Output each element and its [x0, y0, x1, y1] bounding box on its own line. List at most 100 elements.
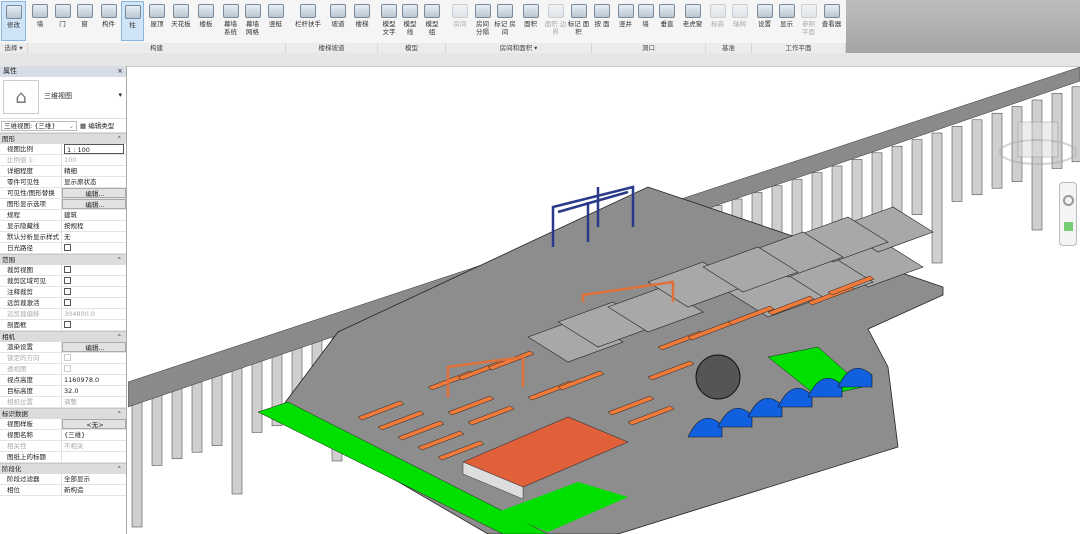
property-checkbox[interactable] [64, 277, 71, 284]
ribbon-button-wall[interactable]: 墙 [29, 1, 51, 41]
property-edit-button[interactable]: 编辑... [62, 342, 126, 352]
ribbon-button-grid[interactable]: 轴网 [729, 1, 750, 41]
ribbon-button-column[interactable]: 柱 [121, 1, 144, 41]
property-value [62, 276, 126, 286]
ribbon-button-model-line[interactable]: 模型 线 [400, 1, 420, 41]
property-value[interactable]: 显示原状态 [62, 177, 126, 187]
ribbon-panel-label[interactable]: 房间和面积 ▾ [446, 43, 592, 53]
property-label: 显示隐藏线 [0, 221, 62, 231]
property-value[interactable]: 新构造 [62, 485, 126, 495]
navigation-bar[interactable] [1059, 182, 1077, 246]
property-label: 相机位置 [0, 397, 62, 407]
ribbon-button-cursor[interactable]: 修改 [1, 1, 26, 41]
viewer-icon [823, 4, 840, 18]
close-icon[interactable]: × [117, 66, 123, 77]
ribbon-button-shaft[interactable]: 竖井 [616, 1, 635, 41]
property-section-header[interactable]: 标识数据 ⌃ [0, 408, 126, 419]
property-checkbox[interactable] [64, 244, 71, 251]
zoom-icon[interactable] [1063, 222, 1073, 231]
property-row: 默认分析显示样式无 [0, 232, 126, 243]
ribbon-button-ramp[interactable]: 坡道 [327, 1, 349, 41]
property-row: 裁剪视图 [0, 265, 126, 276]
ribbon-button-window[interactable]: 窗 [74, 1, 95, 41]
property-section-header[interactable]: 范围 ⌃ [0, 254, 126, 265]
ribbon-button-tag-room[interactable]: 标记 房间 [494, 1, 516, 41]
property-value[interactable] [62, 452, 126, 462]
property-value[interactable]: 按规程 [62, 221, 126, 231]
property-value[interactable]: 建筑 [62, 210, 126, 220]
instance-selector[interactable]: 三维视图: {三维} ⌄ [1, 121, 77, 131]
property-edit-button[interactable]: <无> [62, 419, 126, 429]
property-grid: 图形 ⌃ 视图比例 1 : 100 比例值 1: 100 详细程度 精细 零件可见性 显示原状态可… [0, 133, 126, 496]
ribbon-button-viewer[interactable]: 查看器 [819, 1, 844, 41]
collapse-icon[interactable]: ⌃ [117, 255, 122, 266]
property-label: 零件可见性 [0, 177, 62, 187]
ribbon-button-mullion[interactable]: 竖梃 [265, 1, 286, 41]
ribbon-button-ref-plane[interactable]: 参照 平面 [798, 1, 819, 41]
property-checkbox[interactable] [64, 266, 71, 273]
property-label: 图纸上的标题 [0, 452, 62, 462]
instance-row: 三维视图: {三维} ⌄ ▦ 编辑类型 [0, 119, 126, 133]
ribbon-button-label: 修改 [7, 21, 20, 29]
property-value[interactable]: 全部显示 [62, 474, 126, 484]
property-value[interactable]: 32.0 [62, 386, 126, 396]
property-section-header[interactable]: 阶段化 ⌃ [0, 463, 126, 474]
collapse-icon[interactable]: ⌃ [117, 134, 122, 145]
ribbon-button-workplane-set[interactable]: 设置 [754, 1, 775, 41]
ribbon-button-ceiling[interactable]: 天花板 [169, 1, 193, 41]
collapse-icon[interactable]: ⌃ [117, 464, 122, 475]
workplane-set-icon [756, 4, 773, 18]
instance-selector-label: 三维视图: {三维} [4, 122, 56, 130]
property-value [62, 364, 126, 374]
ribbon-button-workplane-show[interactable]: 显示 [776, 1, 797, 41]
property-section-header[interactable]: 相机 ⌃ [0, 331, 126, 342]
ribbon-button-stair[interactable]: 楼梯 [351, 1, 373, 41]
ribbon-button-level[interactable]: 标高 [707, 1, 728, 41]
property-checkbox[interactable] [64, 288, 71, 295]
ribbon-button-curtain-system[interactable]: 幕墙 系统 [220, 1, 241, 41]
ribbon-button-dormer[interactable]: 老虎窗 [680, 1, 705, 41]
ribbon-button-room-separator[interactable]: 房间 分隔 [472, 1, 493, 41]
property-edit-button[interactable]: 编辑... [62, 199, 126, 209]
ribbon-button-roof[interactable]: 屋顶 [146, 1, 168, 41]
ribbon-button-label: 标记 面积 [567, 20, 590, 36]
property-section-header[interactable]: 图形 ⌃ [0, 133, 126, 144]
ribbon-button-floor[interactable]: 楼板 [194, 1, 218, 41]
property-edit-button[interactable]: 编辑... [62, 188, 126, 198]
property-row: 视图比例 1 : 100 [0, 144, 126, 155]
property-checkbox[interactable] [64, 299, 71, 306]
ribbon-button-curtain-grid[interactable]: 幕墙 网格 [242, 1, 263, 41]
ribbon-button-component[interactable]: 构件 [97, 1, 120, 41]
steering-wheel-icon[interactable] [1062, 195, 1074, 206]
property-label: 透视图 [0, 364, 62, 374]
property-value[interactable]: {三维} [62, 430, 126, 440]
property-value[interactable]: 无 [62, 232, 126, 242]
ribbon-button-model-text[interactable]: 模型 文字 [379, 1, 399, 41]
property-checkbox[interactable] [64, 321, 71, 328]
ribbon-button-tag-area[interactable]: 标记 面积 [567, 1, 590, 41]
ribbon-button-label: 模型 文字 [382, 20, 396, 36]
curtain-system-icon [222, 4, 239, 18]
ribbon-button-door[interactable]: 门 [52, 1, 73, 41]
ribbon-button-railing[interactable]: 栏杆扶手 [292, 1, 324, 41]
dropdown-arrow-icon[interactable]: ▾ [118, 91, 122, 99]
property-label: 远剪裁偏移 [0, 309, 62, 319]
3d-viewport[interactable] [128, 67, 1080, 534]
property-value[interactable]: 精细 [62, 166, 126, 176]
ribbon-button-model-group[interactable]: 模型 组 [422, 1, 442, 41]
ribbon-panel-label[interactable]: 选择 ▾ [0, 43, 28, 53]
ribbon-button-wall-opening[interactable]: 墙 [636, 1, 655, 41]
ribbon-button-by-face[interactable]: 按 面 [591, 1, 613, 41]
collapse-icon[interactable]: ⌃ [117, 409, 122, 420]
edit-type-button[interactable]: ▦ 编辑类型 [80, 121, 114, 131]
ribbon-button-room[interactable]: 房间 [449, 1, 471, 41]
ribbon-button-area-boundary[interactable]: 面积 边界 [544, 1, 567, 41]
property-value[interactable]: 1 : 100 [64, 144, 124, 154]
ribbon-button-area[interactable]: 面积 [519, 1, 542, 41]
ribbon-button-vertical-opening[interactable]: 垂直 [656, 1, 678, 41]
collapse-icon[interactable]: ⌃ [117, 332, 122, 343]
type-selector[interactable]: ⌂ 三维视图 ▾ [0, 77, 126, 119]
property-value: 100 [64, 156, 77, 164]
property-value[interactable]: 1160978.0 [62, 375, 126, 385]
property-row: 透视图 [0, 364, 126, 375]
